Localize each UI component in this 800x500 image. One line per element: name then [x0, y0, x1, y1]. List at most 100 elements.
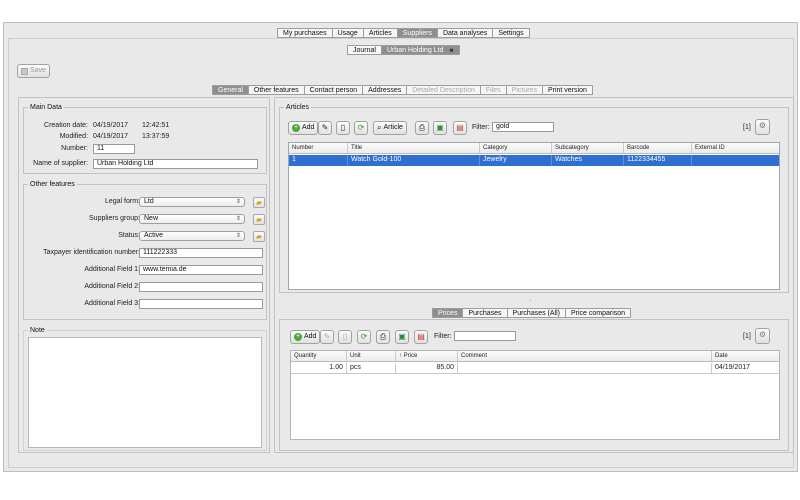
add-price-button[interactable]: + Add — [290, 330, 321, 344]
splitter-handle[interactable]: · — [529, 296, 532, 305]
save-button[interactable]: Save — [17, 64, 50, 78]
articles-filter-input[interactable]: gold — [492, 122, 554, 132]
export-pdf-icon[interactable]: ▤ — [453, 121, 467, 135]
prices-table: Quantity Unit ↑ Price Comment Date 1.00 … — [290, 350, 780, 440]
edit-icon[interactable]: ✎ — [320, 330, 334, 344]
tab-purchases[interactable]: Purchases — [463, 308, 508, 318]
cell-number: 1 — [289, 155, 348, 166]
articles-panel: Articles + Add ✎ ▯ ⟳ ⌕ Article ⎙ ▣ ▤ Fil… — [274, 97, 794, 453]
cell-barcode: 1122334455 — [624, 155, 692, 166]
save-button-label: Save — [30, 67, 46, 74]
tab-purchases-all[interactable]: Purchases (All) — [507, 308, 566, 318]
articles-title: Articles — [284, 103, 311, 112]
supplier-name-label: Name of supplier: — [33, 160, 88, 167]
magnifier-icon: ⌕ — [377, 123, 382, 132]
export-excel-icon[interactable]: ▣ — [433, 121, 447, 135]
print-icon[interactable]: ⎙ — [415, 121, 429, 135]
refresh-icon[interactable]: ⟳ — [354, 121, 368, 135]
modified-label: Modified: — [59, 133, 88, 140]
print-icon[interactable]: ⎙ — [376, 330, 390, 344]
tab-prices[interactable]: Prices — [432, 308, 464, 318]
price-tab-bar: Prices Purchases Purchases (All) Price c… — [432, 308, 632, 318]
tab-articles[interactable]: Articles — [363, 28, 398, 38]
tab-files[interactable]: Files — [480, 85, 507, 95]
tab-addresses[interactable]: Addresses — [363, 85, 408, 95]
save-icon — [21, 67, 28, 75]
tab-pictures[interactable]: Pictures — [506, 85, 543, 95]
column-header-external-id[interactable]: External ID — [692, 143, 779, 154]
tab-supplier-urban-holding[interactable]: Urban Holding Ltd ✖ — [381, 45, 460, 55]
folder-icon[interactable]: ▰ — [253, 214, 265, 225]
tab-journal[interactable]: Journal — [347, 45, 382, 55]
supplier-name-field[interactable]: Urban Holding Ltd — [93, 159, 258, 169]
taxpayer-id-field[interactable]: 111222333 — [139, 248, 263, 258]
prices-filter-label: Filter: — [434, 333, 452, 340]
delete-icon[interactable]: ▯ — [336, 121, 350, 135]
additional-field-1[interactable]: www.temia.de — [139, 265, 263, 275]
articles-filter-label: Filter: — [472, 124, 490, 131]
tab-settings[interactable]: Settings — [493, 28, 530, 38]
tab-usage[interactable]: Usage — [332, 28, 364, 38]
cell-subcategory: Watches — [552, 155, 624, 166]
folder-icon[interactable]: ▰ — [253, 231, 265, 242]
folder-icon[interactable]: ▰ — [253, 197, 265, 208]
main-data-group: Main Data Creation date: 04/19/2017 12:4… — [23, 103, 267, 174]
settings-gear-icon[interactable]: ⚙ — [755, 328, 770, 344]
note-textarea[interactable] — [28, 337, 262, 448]
cell-external-id — [692, 155, 779, 166]
legal-form-value: Ltd — [144, 198, 154, 205]
close-icon[interactable]: ✖ — [449, 48, 453, 54]
creation-date-label: Creation date: — [44, 122, 88, 129]
add-icon: + — [292, 124, 300, 132]
tab-price-comparison[interactable]: Price comparison — [566, 308, 632, 318]
status-select[interactable]: Active ⇕ — [139, 231, 245, 241]
column-header-date[interactable]: Date — [712, 351, 779, 362]
column-header-title[interactable]: Title — [348, 143, 480, 154]
column-header-number[interactable]: Number — [289, 143, 348, 154]
status-value: Active — [144, 232, 164, 239]
articles-table: Number Title Category Subcategory Barcod… — [288, 142, 780, 290]
tab-print-version[interactable]: Print version — [542, 85, 593, 95]
additional-field-2[interactable] — [139, 282, 263, 292]
column-header-quantity[interactable]: Quantity — [291, 351, 347, 362]
suppliers-group-value: New — [144, 215, 159, 222]
column-header-unit[interactable]: Unit — [347, 351, 396, 362]
column-header-subcategory[interactable]: Subcategory — [552, 143, 624, 154]
add-article-button[interactable]: + Add — [288, 121, 319, 135]
modified-date-value: 04/19/2017 — [93, 133, 129, 140]
column-header-price[interactable]: ↑ Price — [396, 351, 458, 362]
additional-field-1-label: Additional Field 1: — [84, 266, 140, 273]
tab-suppliers[interactable]: Suppliers — [397, 28, 438, 38]
export-pdf-icon[interactable]: ▤ — [414, 330, 428, 344]
additional-field-3[interactable] — [139, 299, 263, 309]
column-header-comment[interactable]: Comment — [458, 351, 712, 362]
edit-icon[interactable]: ✎ — [318, 121, 332, 135]
prices-filter-input[interactable] — [454, 331, 516, 341]
number-field[interactable]: 11 — [93, 144, 135, 154]
tab-detailed-description[interactable]: Detailed Description — [407, 85, 481, 95]
tab-data-analyses[interactable]: Data analyses — [437, 28, 494, 38]
cell-category: Jewelry — [480, 155, 552, 166]
export-excel-icon[interactable]: ▣ — [395, 330, 409, 344]
column-header-category[interactable]: Category — [480, 143, 552, 154]
add-price-label: Add — [304, 333, 317, 340]
article-search-button[interactable]: ⌕ Article — [373, 121, 407, 135]
prices-count: [1] — [743, 333, 751, 340]
column-header-barcode[interactable]: Barcode — [624, 143, 692, 154]
cell-title: Watch Gold-100 — [348, 155, 480, 166]
additional-field-2-label: Additional Field 2: — [84, 283, 140, 290]
tab-my-purchases[interactable]: My purchases — [277, 28, 333, 38]
dropdown-arrow-icon: ⇕ — [235, 199, 241, 205]
legal-form-select[interactable]: Ltd ⇕ — [139, 197, 245, 207]
suppliers-group-select[interactable]: New ⇕ — [139, 214, 245, 224]
modified-time-value: 13:37:59 — [142, 133, 170, 140]
suppliers-group-label: Suppliers group: — [89, 215, 140, 222]
delete-icon[interactable]: ▯ — [338, 330, 352, 344]
tab-other-features[interactable]: Other features — [248, 85, 305, 95]
tab-general[interactable]: General — [212, 85, 249, 95]
refresh-icon[interactable]: ⟳ — [357, 330, 371, 344]
dropdown-arrow-icon: ⇕ — [235, 233, 241, 239]
number-label: Number: — [61, 145, 88, 152]
settings-gear-icon[interactable]: ⚙ — [755, 119, 770, 135]
tab-contact-person[interactable]: Contact person — [304, 85, 364, 95]
